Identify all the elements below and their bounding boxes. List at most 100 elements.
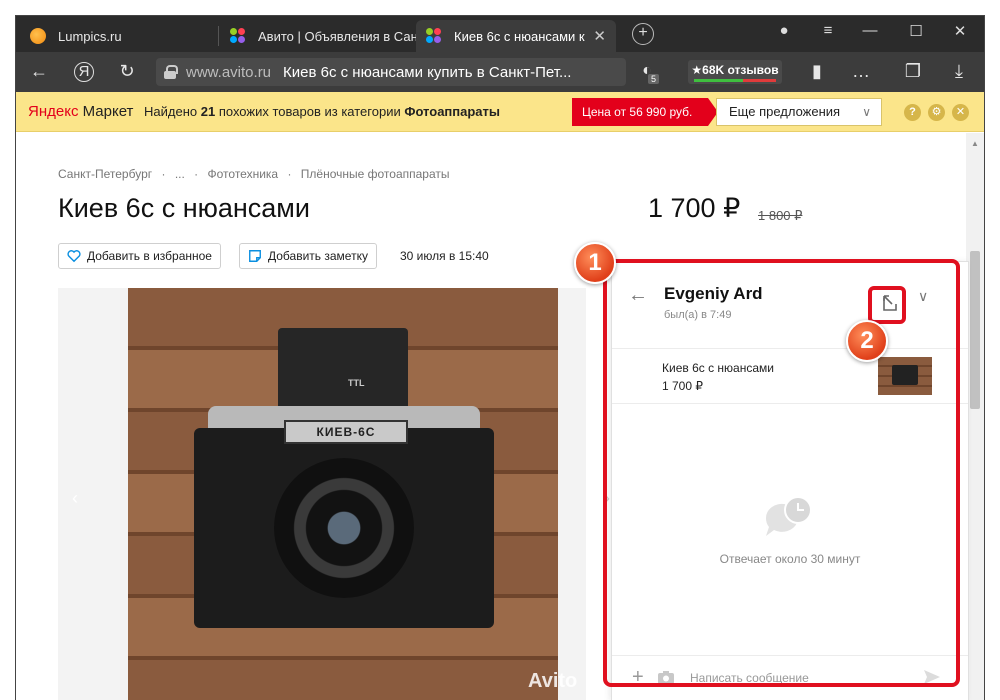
browser-window: Lumpics.ru Авито | Объявления в Сан Киев…	[16, 16, 984, 700]
step-badge-2: 2	[846, 320, 888, 362]
close-market-icon[interactable]: ✕	[952, 104, 969, 121]
yandex-market-logo[interactable]: Яндекс Маркет	[28, 103, 133, 120]
tab-label: Авито | Объявления в Сан	[258, 28, 416, 44]
breadcrumb-item[interactable]: Санкт-Петербург	[58, 167, 152, 181]
lumpics-favicon-icon	[30, 28, 46, 44]
camera-ttl: TTL	[348, 378, 365, 388]
yandex-market-bar: Яндекс Маркет Найдено 21 похожих товаров…	[16, 92, 984, 132]
chat-item-title: Киев 6с с нюансами	[662, 361, 774, 375]
listing-price: 1 700 ₽	[648, 193, 741, 223]
reviews-badge[interactable]: ★68K отзывов	[688, 60, 782, 84]
breadcrumb-item[interactable]: Фототехника	[208, 167, 279, 181]
note-label: Добавить заметку	[268, 249, 368, 263]
tab-lumpics[interactable]: Lumpics.ru	[20, 20, 216, 52]
close-icon[interactable]: ✕	[593, 27, 606, 45]
add-to-favorites-button[interactable]: Добавить в избранное	[58, 243, 221, 269]
tab-avito-listings[interactable]: Авито | Объявления в Сан	[220, 20, 416, 52]
open-in-new-window-icon[interactable]	[880, 292, 902, 314]
chat-contact-name: Evgeniy Ard	[664, 284, 763, 303]
chat-listing-item[interactable]: Киев 6с с нюансами 1 700 ₽	[612, 348, 968, 404]
avito-favicon-icon	[230, 28, 246, 44]
more-offers-label: Еще предложения	[729, 104, 841, 119]
note-icon	[249, 250, 261, 262]
step-badge-1: 1	[574, 242, 616, 284]
url-page-title: Киев 6с с нюансами купить в Санкт-Пет...	[283, 63, 572, 81]
old-price: 1 800 ₽	[758, 208, 803, 223]
window-close-icon[interactable]: ✕	[948, 22, 972, 40]
camera-prism: TTL	[278, 328, 408, 418]
response-time-text: Отвечает около 30 минут	[719, 552, 861, 566]
market-price-button[interactable]: Цена от 56 990 руб.	[572, 98, 719, 126]
breadcrumb-sep: ·	[194, 167, 199, 181]
extension-count: 5	[648, 74, 660, 84]
found-category: Фотоаппараты	[404, 104, 500, 119]
avito-watermark: Avito	[528, 670, 578, 692]
camera-icon[interactable]	[658, 671, 674, 684]
profile-icon[interactable]: ●	[772, 22, 796, 39]
found-category-prefix: из категории	[324, 104, 401, 119]
new-tab-button[interactable]: +	[632, 23, 654, 45]
avito-favicon-icon	[426, 28, 442, 44]
lock-icon	[164, 65, 178, 79]
favorites-label: Добавить в избранное	[87, 249, 212, 263]
gallery-prev-icon[interactable]: ‹	[72, 488, 78, 509]
back-arrow-icon[interactable]: ←	[628, 284, 648, 307]
chevron-down-icon: ∨	[862, 105, 871, 119]
reviews-label: ★68K отзывов	[691, 63, 779, 77]
address-bar: ← Я ↻ www.avito.ru Киев 6с с нюансами ку…	[16, 52, 984, 92]
photo-gallery: TTL КИЕВ-6С Avito ‹ ›	[58, 288, 610, 700]
message-composer: + Написать сообщение	[612, 655, 968, 700]
breadcrumb-sep: ·	[287, 167, 292, 181]
rating-bar	[694, 79, 776, 82]
menu-icon[interactable]: ≡	[816, 22, 840, 39]
camera-nameplate: КИЕВ-6С	[284, 420, 408, 444]
chevron-down-icon[interactable]: ∨	[918, 288, 928, 305]
yandex-logo-icon[interactable]: Я	[74, 62, 94, 82]
logo-part-market: Маркет	[82, 103, 134, 120]
scrollbar-thumb[interactable]	[970, 251, 980, 409]
more-icon[interactable]: …	[850, 61, 872, 82]
breadcrumb-item[interactable]: Плёночные фотоаппараты	[301, 167, 450, 181]
extensions-icon[interactable]: ❐	[902, 61, 924, 82]
maximize-icon[interactable]: ☐	[904, 22, 928, 40]
breadcrumb: Санкт-Петербург · ... · Фототехника · Пл…	[58, 167, 456, 181]
url-field[interactable]: www.avito.ru Киев 6с с нюансами купить в…	[156, 58, 626, 86]
download-icon[interactable]: ⤓	[948, 61, 970, 82]
tab-label: Lumpics.ru	[58, 28, 122, 44]
chat-item-price: 1 700 ₽	[662, 379, 703, 393]
listing-photo[interactable]: TTL КИЕВ-6С Avito	[128, 288, 577, 700]
tab-bar: Lumpics.ru Авито | Объявления в Сан Киев…	[16, 16, 984, 52]
found-middle: похожих товаров	[218, 104, 321, 119]
gallery-next-icon[interactable]: ›	[604, 488, 610, 509]
chat-panel: ← Evgeniy Ard был(а) в 7:49 ∨ Киев 6с с …	[611, 261, 969, 700]
screenshot-frame: Lumpics.ru Авито | Объявления в Сан Киев…	[0, 0, 1000, 700]
breadcrumb-item[interactable]: ...	[175, 167, 185, 181]
send-icon[interactable]	[924, 670, 940, 684]
more-offers-dropdown[interactable]: Еще предложения ∨	[716, 98, 882, 126]
chat-clock-icon	[765, 496, 812, 536]
back-arrow-icon[interactable]: ←	[28, 61, 50, 82]
help-icon[interactable]: ?	[904, 104, 921, 121]
settings-icon[interactable]: ⚙	[928, 104, 945, 121]
tab-separator	[218, 26, 219, 46]
bookmark-icon[interactable]: ▮	[806, 61, 828, 82]
attach-icon[interactable]: +	[632, 666, 644, 689]
message-input[interactable]: Написать сообщение	[690, 671, 809, 685]
page-title: Киев 6с с нюансами	[58, 193, 310, 223]
tab-label: Киев 6с с нюансами купи	[454, 28, 585, 44]
listing-date: 30 июля в 15:40	[400, 249, 489, 263]
add-note-button[interactable]: Добавить заметку	[239, 243, 377, 269]
found-count: 21	[200, 104, 216, 119]
reload-icon[interactable]: ↻	[116, 61, 138, 82]
scroll-up-icon[interactable]: ▲	[971, 139, 979, 148]
chat-last-seen: был(а) в 7:49	[664, 309, 732, 321]
heart-icon	[67, 250, 81, 263]
logo-part-yandex: Яндекс	[28, 103, 79, 120]
breadcrumb-sep: ·	[161, 167, 166, 181]
market-found-text: Найдено 21 похожих товаров из категории …	[144, 104, 500, 119]
chat-item-thumbnail	[878, 357, 932, 395]
minimize-icon[interactable]: —	[858, 22, 882, 39]
tab-avito-item[interactable]: Киев 6с с нюансами купи ✕	[416, 20, 616, 52]
extension-icon[interactable]: ◐ 5	[636, 62, 660, 84]
camera-lens	[274, 458, 414, 598]
